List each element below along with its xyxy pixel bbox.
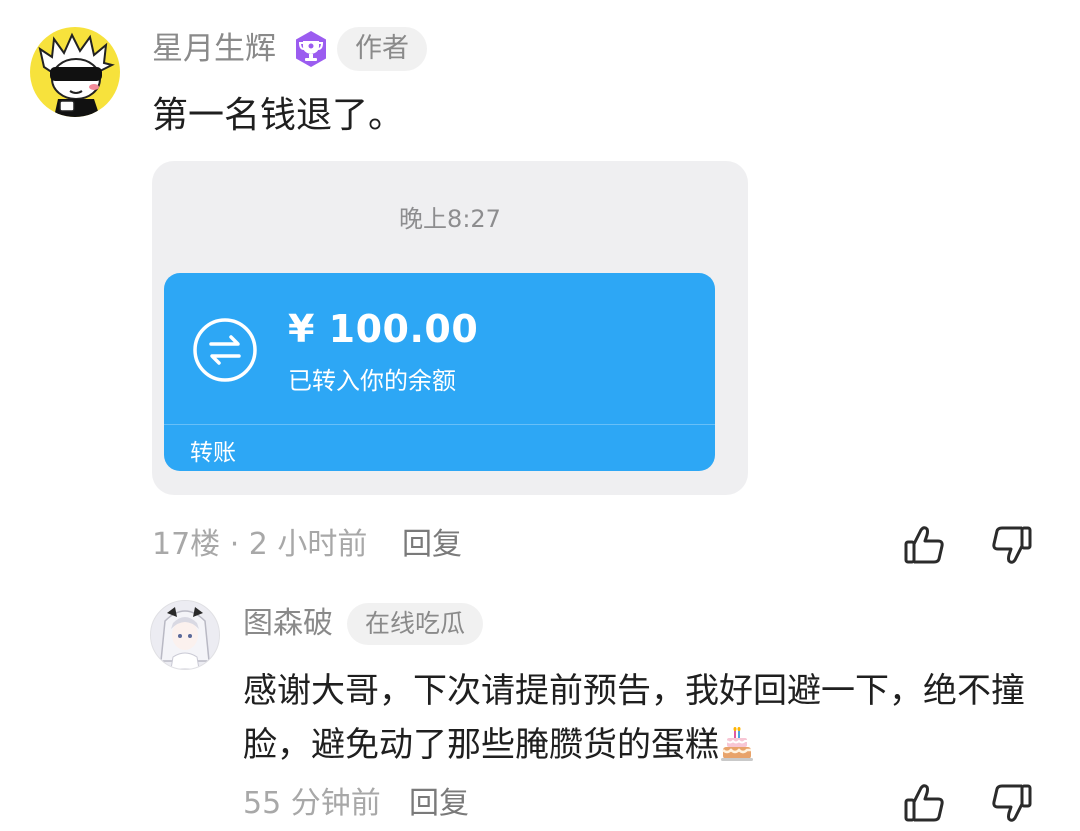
transfer-status: 已转入你的余额 bbox=[288, 367, 456, 395]
thumbs-up-icon[interactable] bbox=[902, 780, 948, 826]
reply-user-tag: 在线吃瓜 bbox=[347, 603, 484, 645]
transfer-type-label: 转账 bbox=[190, 440, 236, 466]
commenter-avatar[interactable] bbox=[30, 27, 120, 117]
thumbs-up-icon[interactable] bbox=[902, 522, 948, 568]
screenshot-timestamp: 晚上8:27 bbox=[399, 205, 501, 233]
attached-screenshot[interactable]: 晚上8:27 ¥ 100.00 已转入你的余额 转账 bbox=[152, 161, 748, 495]
reply-avatar[interactable] bbox=[150, 600, 220, 670]
thumbs-down-icon[interactable] bbox=[988, 780, 1034, 826]
birthday-cake-icon bbox=[719, 724, 755, 761]
reply-button[interactable]: 回复 bbox=[402, 525, 462, 565]
transfer-amount: ¥ 100.00 bbox=[288, 307, 479, 351]
author-tag: 作者 bbox=[337, 27, 427, 71]
transfer-divider bbox=[164, 424, 715, 425]
commenter-username[interactable]: 星月生辉 bbox=[152, 29, 276, 69]
trophy-badge-icon[interactable] bbox=[292, 30, 330, 68]
reply-username[interactable]: 图森破 bbox=[243, 604, 333, 644]
reply-meta: 55 分钟前 bbox=[243, 786, 381, 821]
reply-text-content: 感谢大哥，下次请提前预告，我好回避一下，绝不撞脸，避免动了那些腌臜货的蛋糕 bbox=[243, 671, 1025, 765]
reply-reply-button[interactable]: 回复 bbox=[409, 784, 469, 824]
thumbs-down-icon[interactable] bbox=[988, 522, 1034, 568]
reply-text: 感谢大哥，下次请提前预告，我好回避一下，绝不撞脸，避免动了那些腌臜货的蛋糕 bbox=[243, 664, 1043, 772]
comment-meta: 17楼 · 2 小时前 bbox=[152, 527, 368, 562]
transfer-card: ¥ 100.00 已转入你的余额 转账 bbox=[164, 273, 715, 471]
transfer-arrows-icon bbox=[192, 317, 258, 383]
comment-text: 第一名钱退了。 bbox=[152, 95, 405, 136]
